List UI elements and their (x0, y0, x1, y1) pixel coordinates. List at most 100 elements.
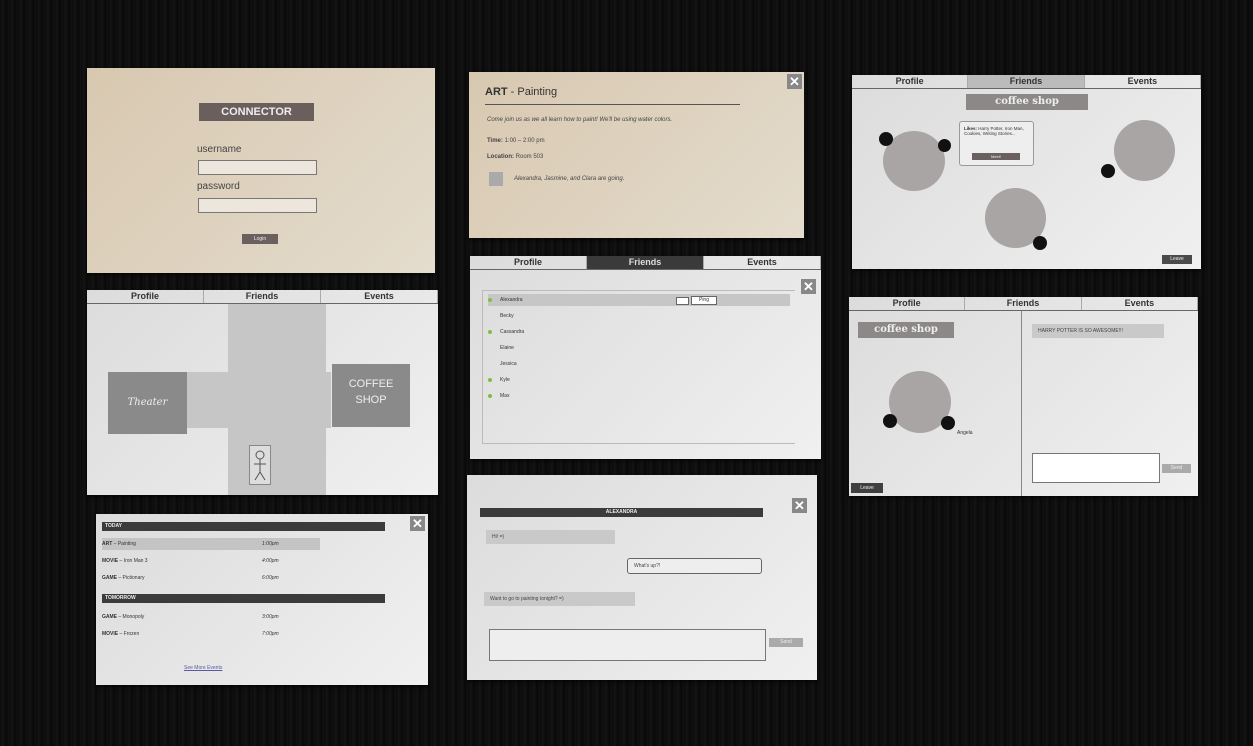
send-button[interactable]: Send (1162, 464, 1191, 473)
room-sign: coffee shop (858, 322, 954, 338)
coffee-chat-card: Profile Friends Events coffee shop Angel… (849, 297, 1198, 496)
tab-profile[interactable]: Profile (852, 75, 969, 88)
online-indicator (488, 297, 492, 302)
event-category: GAME (102, 614, 117, 620)
chat-title: ALEXANDRA (480, 508, 763, 517)
tab-bar: Profile Friends Events (470, 256, 821, 270)
leave-button[interactable]: Leave (851, 483, 883, 493)
event-name: – Frozen (119, 631, 140, 637)
event-name: – Painting (113, 541, 136, 547)
coffee-shop-room[interactable]: COFFEE SHOP (332, 364, 410, 427)
friend-name: Alexandra (500, 297, 523, 303)
list-item[interactable]: Max (488, 390, 790, 402)
tab-bar: Profile Friends Events (87, 290, 438, 304)
chat-message-received: Hi! =) (486, 530, 615, 544)
message-input[interactable] (1032, 453, 1160, 483)
event-title: ART - Painting (485, 86, 557, 98)
close-icon[interactable]: ✕ (792, 498, 807, 513)
event-row[interactable]: MOVIE – Iron Man 3 4:00pm (102, 555, 320, 567)
event-category: MOVIE (102, 631, 119, 637)
theater-label: Theater (127, 397, 168, 408)
app-title: CONNECTOR (199, 103, 314, 121)
today-header: TODAY (102, 522, 385, 531)
friends-list: Alexandra Ping Becky Cassandra Elaine Je… (482, 290, 795, 444)
meet-button[interactable]: Meet! (972, 153, 1020, 160)
username-label: username (197, 144, 242, 155)
seat-icon (941, 416, 955, 430)
tab-friends[interactable]: Friends (587, 256, 704, 269)
event-detail-card: ✕ ART - Painting Come join us as we all … (469, 72, 804, 238)
list-item[interactable]: Jessica (488, 358, 790, 370)
event-time: 6:00pm (262, 575, 279, 581)
event-location: Location: Room 503 (487, 154, 543, 160)
direct-chat-card: ✕ ALEXANDRA Hi! =) What's up?! Want to g… (467, 475, 817, 680)
friend-name: Jessica (500, 361, 517, 367)
event-category: MOVIE (102, 558, 119, 564)
event-name: – Monopoly (118, 614, 145, 620)
tab-events[interactable]: Events (321, 290, 438, 303)
friends-card: Profile Friends Events ✕ Alexandra Ping … (470, 256, 821, 459)
tab-events[interactable]: Events (704, 256, 821, 269)
tab-bar: Profile Friends Events (849, 297, 1198, 311)
close-icon[interactable]: ✕ (410, 516, 425, 531)
tab-bar: Profile Friends Events (852, 75, 1201, 89)
corridor-horizontal (187, 372, 331, 428)
list-item[interactable]: Kyle (488, 374, 790, 386)
event-name: – Iron Man 3 (119, 558, 148, 564)
chat-input[interactable] (489, 629, 766, 661)
tab-events[interactable]: Events (1082, 297, 1198, 310)
seat-icon (938, 139, 951, 152)
list-item[interactable]: Elaine (488, 342, 790, 354)
event-name: - Painting (510, 86, 558, 98)
password-input[interactable] (198, 198, 317, 213)
location-label: Location: (487, 154, 514, 160)
username-input[interactable] (198, 160, 317, 175)
tab-friends[interactable]: Friends (968, 75, 1085, 88)
title-divider (485, 104, 740, 105)
close-icon[interactable]: ✕ (801, 279, 816, 294)
close-icon[interactable]: ✕ (787, 74, 802, 89)
popup-likes: Likes: Harry Potter, Iron Man, Cookies, … (964, 126, 1028, 136)
send-button[interactable]: Send (769, 638, 803, 647)
tab-friends[interactable]: Friends (965, 297, 1082, 310)
login-button[interactable]: Login (242, 234, 278, 244)
see-more-link[interactable]: See More Events (184, 665, 222, 671)
room-sign: coffee shop (966, 94, 1088, 110)
list-item[interactable]: Cassandra (488, 326, 790, 338)
online-indicator (488, 377, 492, 382)
tab-profile[interactable]: Profile (849, 297, 966, 310)
tomorrow-header: TOMORROW (102, 594, 385, 603)
friend-name: Kyle (500, 377, 510, 383)
event-row[interactable]: ART – Painting 1:00pm (102, 538, 320, 550)
tab-events[interactable]: Events (1085, 75, 1201, 88)
avatar-icon (489, 172, 503, 186)
friend-name: Becky (500, 313, 514, 319)
tab-profile[interactable]: Profile (87, 290, 204, 303)
friend-name: Cassandra (500, 329, 525, 335)
mail-icon[interactable] (676, 297, 689, 305)
online-indicator (488, 329, 492, 334)
vertical-divider (1021, 311, 1022, 496)
player-avatar-icon (249, 445, 271, 485)
password-label: password (197, 181, 240, 192)
event-row[interactable]: GAME – Monopoly 3:00pm (102, 611, 320, 623)
seat-icon (879, 132, 893, 146)
list-item[interactable]: Becky (488, 310, 790, 322)
event-row[interactable]: MOVIE – Frozen 7:00pm (102, 628, 320, 640)
event-category: GAME (102, 575, 117, 581)
leave-button[interactable]: Leave (1162, 255, 1192, 264)
online-indicator (488, 393, 492, 398)
chat-message-sent: What's up?! (627, 558, 762, 574)
login-card: CONNECTOR username password Login (87, 68, 435, 273)
event-row[interactable]: GAME – Pictionary 6:00pm (102, 572, 320, 584)
tab-profile[interactable]: Profile (470, 256, 587, 269)
coffee-label: COFFEE (348, 378, 394, 390)
ping-button[interactable]: Ping (691, 296, 717, 305)
tab-friends[interactable]: Friends (204, 290, 321, 303)
time-value: 1:00 – 2:00 pm (504, 138, 545, 144)
table-circle (1114, 120, 1175, 181)
shop-label: SHOP (355, 394, 387, 406)
list-item[interactable]: Alexandra Ping (488, 294, 790, 306)
seat-icon (1033, 236, 1047, 250)
theater-room[interactable]: Theater (108, 372, 187, 434)
